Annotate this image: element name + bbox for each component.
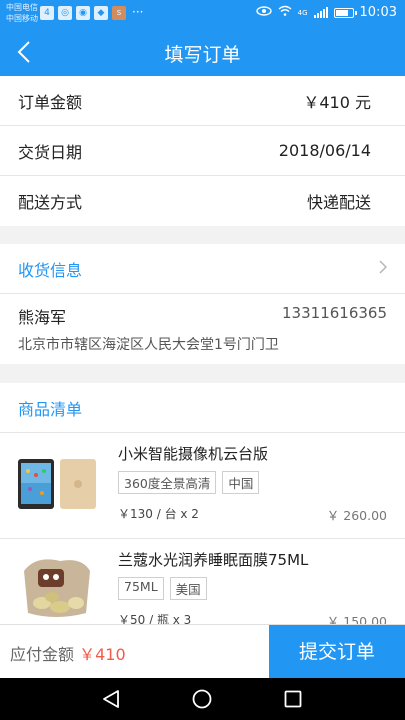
goods-header: 商品清单 [0, 383, 405, 433]
eye-icon [255, 5, 272, 20]
payable-amount: 应付金额 ￥410 [10, 641, 126, 665]
notification-app-icon: ◎ [58, 6, 72, 20]
product-tag: 75ML [118, 577, 164, 600]
battery-icon [333, 7, 357, 18]
signal-icon [313, 7, 328, 18]
order-summary: 订单金额 ￥410 元 交货日期 2018/06/14 配送方式 快递配送 [0, 76, 405, 226]
order-amount-row: 订单金额 ￥410 元 [0, 76, 405, 126]
goods-section: 商品清单 小米智能摄像机云台版 360度全景高清 中国 ￥130 / 台 x 2… [0, 383, 405, 645]
system-icons: 4G 10:03 [255, 5, 397, 20]
goods-title: 商品清单 [18, 399, 83, 419]
product-tag: 美国 [169, 577, 207, 600]
title-bar: 填写订单 [0, 28, 405, 76]
delivery-date-label: 交货日期 [18, 142, 83, 162]
clock: 10:03 [359, 5, 397, 20]
delivery-method-label: 配送方式 [18, 193, 83, 212]
wifi-icon [278, 5, 292, 20]
notification-app-icon: 4 [40, 6, 54, 20]
checkout-bar: 应付金额 ￥410 提交订单 [0, 624, 405, 679]
delivery-method-row[interactable]: 配送方式 快递配送 [0, 176, 405, 226]
shipping-title: 收货信息 [18, 260, 83, 280]
delivery-date-row[interactable]: 交货日期 2018/06/14 [0, 126, 405, 176]
product-tags: 360度全景高清 中国 [118, 471, 260, 494]
back-nav-icon[interactable] [100, 688, 122, 710]
order-amount-label: 订单金额 [18, 92, 83, 112]
shipping-header[interactable]: 收货信息 [0, 244, 405, 294]
carrier-2: 中国移动 [6, 14, 38, 23]
product-item[interactable]: 小米智能摄像机云台版 360度全景高清 中国 ￥130 / 台 x 2 ￥ 26… [0, 433, 405, 539]
product-image [16, 553, 100, 617]
notification-icons: 4 ◎ ◉ ◆ s ··· [40, 6, 143, 20]
order-amount-value: ￥410 元 [303, 92, 371, 112]
product-title: 兰蔻水光润养睡眠面膜75ML [118, 551, 309, 569]
notification-app-icon: ◆ [94, 6, 108, 20]
recents-nav-icon[interactable] [282, 688, 304, 710]
carrier-info: 中国电信 中国移动 [6, 2, 38, 24]
delivery-date-value: 2018/06/14 [278, 141, 371, 160]
status-bar: 中国电信 中国移动 4 ◎ ◉ ◆ s ··· 4G 10:03 [0, 0, 405, 28]
page-title: 填写订单 [164, 44, 241, 66]
notification-app-icon: s [112, 6, 126, 20]
network-type: 4G [297, 8, 308, 17]
payable-value: ￥410 [79, 645, 126, 664]
submit-order-button[interactable]: 提交订单 [269, 625, 405, 679]
address-card[interactable]: 熊海军 13311616365 北京市市辖区海淀区人民大会堂1号门门卫 [0, 294, 405, 364]
product-unit-price: ￥130 / 台 x 2 [118, 507, 199, 521]
recipient-address: 北京市市辖区海淀区人民大会堂1号门门卫 [18, 337, 279, 353]
product-image [16, 455, 100, 515]
home-nav-icon[interactable] [191, 688, 213, 710]
notification-app-icon: ◉ [76, 6, 90, 20]
recipient-phone: 13311616365 [282, 304, 387, 322]
product-subtotal: ￥ 260.00 [326, 508, 387, 523]
delivery-method-value: 快递配送 [306, 193, 371, 212]
carrier-1: 中国电信 [6, 3, 38, 12]
system-navigation-bar [0, 678, 405, 720]
shipping-section: 收货信息 熊海军 13311616365 北京市市辖区海淀区人民大会堂1号门门卫 [0, 244, 405, 364]
product-tags: 75ML 美国 [118, 577, 207, 600]
chevron-right-icon [379, 258, 388, 279]
product-title: 小米智能摄像机云台版 [118, 445, 269, 463]
recipient-name: 熊海军 [18, 308, 67, 327]
more-notifications-icon: ··· [132, 5, 144, 19]
product-tag: 中国 [222, 471, 260, 494]
payable-label: 应付金额 [10, 645, 75, 664]
product-tag: 360度全景高清 [118, 471, 217, 494]
